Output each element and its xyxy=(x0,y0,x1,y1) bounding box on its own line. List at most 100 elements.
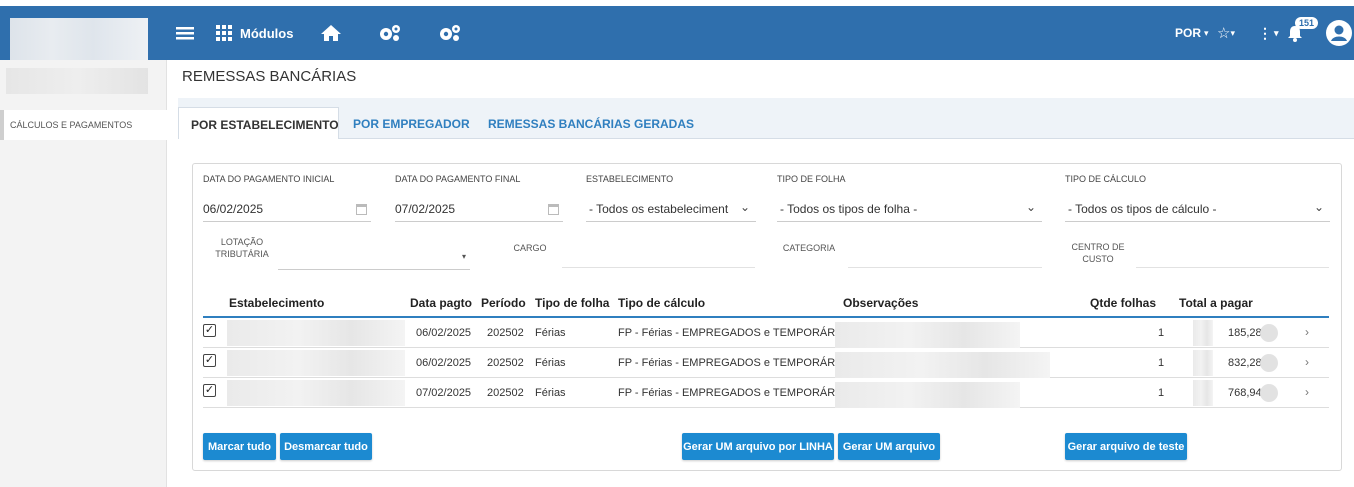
qtde-cell: 1 xyxy=(1158,387,1165,399)
home-icon xyxy=(321,25,341,41)
observacoes-cell xyxy=(835,352,1050,378)
tipo-calculo-cell: FP - Férias - EMPREGADOS e TEMPORÁRIOS xyxy=(618,357,855,369)
table-row[interactable]: ✓ 06/02/2025 202502 Férias FP - Férias - EMP… xyxy=(203,318,1329,348)
estab-label: ESTABELECIMENTO xyxy=(586,174,674,184)
date-end-value: 07/02/2025 xyxy=(395,202,456,216)
settings-button-1[interactable] xyxy=(378,6,402,60)
sidebar-section-title: CÁLCULOS E PAGAMENTOS xyxy=(0,110,167,140)
row-checkbox[interactable]: ✓ xyxy=(203,354,216,367)
gears-icon xyxy=(440,25,460,41)
total-prefix-cell xyxy=(1193,380,1213,406)
calc-value: - Todos os tipos de cálculo - xyxy=(1068,202,1217,216)
lotacao-label-line-1: LOTAÇÃO xyxy=(220,237,264,247)
data-pagto-cell: 07/02/2025 xyxy=(416,387,472,399)
categoria-label: CATEGORIA xyxy=(782,243,836,253)
tipo-calculo-cell: FP - Férias - EMPREGADOS e TEMPORÁRIOS xyxy=(618,327,855,339)
total-prefix-cell xyxy=(1193,320,1213,346)
user-avatar-button[interactable] xyxy=(1326,6,1352,60)
lock-icon[interactable] xyxy=(1260,354,1278,372)
data-pagto-cell: 06/02/2025 xyxy=(416,357,472,369)
estabelecimento-cell xyxy=(227,350,405,376)
total-prefix-cell xyxy=(1193,350,1213,376)
folha-value: - Todos os tipos de folha - xyxy=(780,202,918,216)
generate-one-file-button[interactable]: Gerar UM arquivo xyxy=(838,433,940,460)
row-checkbox[interactable]: ✓ xyxy=(203,324,216,337)
settings-button-2[interactable] xyxy=(438,6,462,60)
cargo-input[interactable] xyxy=(562,242,755,268)
centro-label-line-2: CUSTO xyxy=(1082,254,1114,264)
date-start-input[interactable]: 06/02/2025 xyxy=(203,196,371,222)
col-header-estabelecimento[interactable]: Estabelecimento xyxy=(229,296,324,310)
centro-custo-label: CENTRO DE CUSTO xyxy=(1066,241,1130,265)
tipo-folha-cell: Férias xyxy=(535,387,566,399)
caret-down-icon: ▾ xyxy=(1274,27,1279,38)
notifications-button[interactable]: 151 xyxy=(1285,6,1319,60)
mark-all-button[interactable]: Marcar tudo xyxy=(203,433,276,460)
col-header-tipo-folha[interactable]: Tipo de folha xyxy=(535,296,609,310)
modules-button[interactable]: Módulos xyxy=(216,6,293,60)
tab-por-empregador[interactable]: POR EMPREGADOR xyxy=(353,107,470,139)
favorites-button[interactable]: ☆ ▾ xyxy=(1217,6,1235,60)
user-info xyxy=(6,68,148,94)
generate-test-file-button[interactable]: Gerar arquivo de teste xyxy=(1065,433,1187,460)
gears-icon xyxy=(380,25,400,41)
col-header-data[interactable]: Data pagto xyxy=(410,296,472,310)
chevron-right-icon[interactable]: › xyxy=(1305,325,1309,339)
caret-down-icon: ▾ xyxy=(1230,27,1235,38)
centro-label-line-1: CENTRO DE xyxy=(1071,242,1125,252)
estab-select[interactable]: - Todos os estabeleciment ⌄ xyxy=(586,196,756,222)
total-cell: 832,28 xyxy=(1228,357,1262,369)
folha-select[interactable]: - Todos os tipos de folha - ⌄ xyxy=(777,196,1042,222)
hamburger-menu-button[interactable] xyxy=(176,6,194,60)
lock-icon[interactable] xyxy=(1260,324,1278,342)
tab-remessas-geradas[interactable]: REMESSAS BANCÁRIAS GERADAS xyxy=(488,107,694,139)
table-row[interactable]: ✓ 07/02/2025 202502 Férias FP - Férias - EMP… xyxy=(203,378,1329,408)
home-button[interactable] xyxy=(320,6,342,60)
language-selector[interactable]: POR ▾ xyxy=(1175,6,1209,60)
qtde-cell: 1 xyxy=(1158,327,1165,339)
row-checkbox[interactable]: ✓ xyxy=(203,384,216,397)
calc-label: TIPO DE CÁLCULO xyxy=(1065,174,1147,184)
observacoes-cell xyxy=(835,322,1020,348)
lock-icon[interactable] xyxy=(1260,384,1278,402)
more-options-button[interactable]: ⋮ ▾ xyxy=(1258,6,1279,60)
chevron-right-icon[interactable]: › xyxy=(1305,385,1309,399)
language-label: POR xyxy=(1175,26,1202,40)
col-header-observacoes[interactable]: Observações xyxy=(843,296,918,310)
generate-per-line-button[interactable]: Gerar UM arquivo por LINHA xyxy=(682,433,834,460)
tipo-folha-cell: Férias xyxy=(535,357,566,369)
modules-label: Módulos xyxy=(240,25,294,41)
date-start-value: 06/02/2025 xyxy=(203,202,264,216)
page-title: REMESSAS BANCÁRIAS xyxy=(182,68,357,85)
total-cell: 185,28 xyxy=(1228,327,1262,339)
estabelecimento-cell xyxy=(227,380,405,406)
unmark-all-button[interactable]: Desmarcar tudo xyxy=(280,433,372,460)
chevron-down-icon: ⌄ xyxy=(1313,200,1324,214)
centro-custo-input[interactable] xyxy=(1136,242,1329,268)
periodo-cell: 202502 xyxy=(487,327,524,339)
folha-label: TIPO DE FOLHA xyxy=(777,174,846,184)
lotacao-select[interactable]: ▾ xyxy=(278,244,470,270)
qtde-cell: 1 xyxy=(1158,357,1165,369)
caret-down-icon: ▾ xyxy=(461,252,466,261)
logo-area xyxy=(0,6,160,62)
categoria-input[interactable] xyxy=(848,242,1042,268)
chevron-right-icon[interactable]: › xyxy=(1305,355,1309,369)
date-end-input[interactable]: 07/02/2025 xyxy=(395,196,563,222)
chevron-down-icon: ⌄ xyxy=(739,200,750,214)
lotacao-label: LOTAÇÃO TRIBUTÁRIA xyxy=(212,236,272,260)
top-bar: Módulos POR ▾ ☆ ▾ ⋮ ▾ 151 xyxy=(0,0,1354,62)
calendar-icon[interactable] xyxy=(548,204,559,215)
estabelecimento-cell xyxy=(227,320,405,346)
col-header-tipo-calculo[interactable]: Tipo de cálculo xyxy=(618,296,705,310)
table-row[interactable]: ✓ 06/02/2025 202502 Férias FP - Férias - EMP… xyxy=(203,348,1329,378)
calendar-icon[interactable] xyxy=(356,204,367,215)
col-header-qtde[interactable]: Qtde folhas xyxy=(1090,296,1156,310)
vertical-dots-icon: ⋮ xyxy=(1258,24,1272,41)
tab-por-estabelecimento[interactable]: POR ESTABELECIMENTO xyxy=(178,107,339,139)
calc-select[interactable]: - Todos os tipos de cálculo - ⌄ xyxy=(1065,196,1330,222)
company-logo[interactable] xyxy=(10,18,148,62)
col-header-total[interactable]: Total a pagar xyxy=(1179,296,1253,310)
date-end-label: DATA DO PAGAMENTO FINAL xyxy=(395,174,521,184)
col-header-periodo[interactable]: Período xyxy=(481,296,526,310)
